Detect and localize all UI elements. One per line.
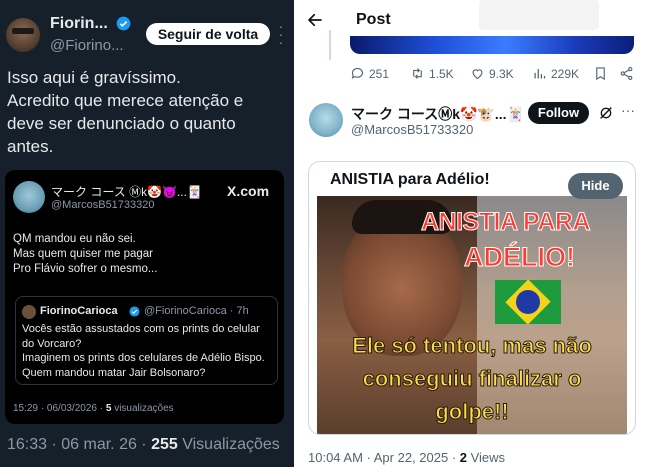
views-label: Visualizações [177,436,280,453]
reply-icon [351,67,364,79]
tweet-line: antes. [7,137,54,156]
image-headline-1: ANISTIA PARA [421,208,592,237]
verified-icon [129,306,140,317]
more-icon[interactable]: ··· [278,19,284,49]
avatar[interactable] [309,103,343,137]
left-post-header: Fiorin... @Fiorino... Seguir de volta · ·… [6,12,290,56]
tweet-text: Isso aqui é gravíssimo. Acredito que mer… [7,66,287,158]
tweet-line: deve ser denunciado o quanto [7,114,236,133]
image-caption: Ele só tentou, mas não conseguiu finaliz… [317,329,627,428]
quote-text: Vocês estão assustados com os prints do … [22,322,265,380]
quote-line: Quem mandou matar Jair Bolsonaro? [22,366,206,379]
more-icon[interactable]: ··· [621,103,635,117]
page-title: Post [356,11,391,28]
post-timestamp[interactable]: 10:04 AM · Apr 22, 2025 · [308,450,460,465]
back-arrow-icon[interactable] [306,11,324,29]
caption-line: conseguiu finalizar o [362,366,582,392]
views-count: 2 [459,450,467,465]
image-headline-2: ADÉLIO! [464,242,576,273]
repost-count: 1.5K [429,66,454,81]
grok-icon[interactable] [598,105,614,121]
repost-icon [413,68,422,79]
quote-author-handle: @FiorinoCarioca · 7h [144,305,249,317]
embed-views-label: visualizações [111,403,174,414]
caption-line: Ele só tentou, mas não [352,333,593,359]
author-name[interactable]: Fiorin... [50,15,108,33]
views-button[interactable]: 229K [532,66,579,81]
tweet-line: Isso aqui é gravíssimo. [7,68,181,87]
verified-icon [116,16,131,31]
brazil-flag [495,279,561,325]
bookmark-button[interactable] [593,66,608,81]
quote-line: do Vorcaro? [22,337,82,350]
left-post-panel: Fiorin... @Fiorino... Seguir de volta · ·… [0,0,294,467]
quoted-post: FiorinoCarioca @FiorinoCarioca · 7h Você… [15,296,278,385]
post-timestamp[interactable]: 16:33 · 06 mar. 26 · [7,436,151,453]
reply-count: 251 [369,66,390,81]
quote-author-name: FiorinoCarioca [40,305,118,317]
bookmark-icon [596,67,605,81]
follow-button[interactable]: Follow [528,102,589,124]
embed-meta: 15:29 · 06/03/2026 · 5 visualizações [13,403,174,414]
embed-line: QM mandou eu não sei. [13,233,136,245]
avatar [22,305,36,319]
embed-timestamp: 15:29 · 06/03/2026 · [13,403,106,414]
reply-button[interactable]: 251 [350,66,389,81]
embed-line: Pro Flávio sofrer o mesmo... [13,263,158,275]
quote-line: Vocês estão assustados com os prints do … [22,323,260,335]
author-handle[interactable]: @Fiorino... [50,37,124,54]
previous-post-media[interactable] [350,36,634,54]
tweet-line: Acredito que merece atenção e [7,91,244,110]
blurred-area [479,0,599,30]
share-icon [620,67,633,80]
media-card[interactable]: ANISTIA para Adélio! ANISTIA PARA ADÉLIO… [308,161,636,435]
x-logo: X.com [227,183,270,199]
post-image[interactable]: ANISTIA PARA ADÉLIO! Ele só tentou, mas … [317,196,627,434]
card-title: ANISTIA para Adélio! [330,171,490,188]
thread-line [329,30,331,60]
views-label: Views [467,450,506,465]
like-button[interactable]: 9.3K [470,66,514,81]
views-count: 255 [151,436,178,453]
quote-line: Imaginem os prints dos celulares de Adél… [22,352,265,364]
avatar[interactable] [6,18,40,52]
share-button[interactable] [619,66,634,81]
like-icon [472,69,483,80]
like-count: 9.3K [489,66,514,81]
right-post-panel: Post 251 1.5K 9.3K 229K マーク コースⓂk🤡🐮...🃏 … [294,0,645,467]
embedded-post-image[interactable]: マーク コース Ⓜk🤡😈...🃏 @MarcosB51733320 X.com … [5,170,284,424]
embed-author-handle: @MarcosB51733320 [51,199,155,211]
avatar [13,181,45,213]
post-meta: 10:04 AM · Apr 22, 2025 · 2 Views [308,450,505,465]
repost-button[interactable]: 1.5K [410,66,454,81]
author-handle[interactable]: @MarcosB51733320 [351,122,473,137]
views-count: 229K [551,66,580,81]
author-name[interactable]: マーク コースⓂk🤡🐮...🃏 [351,104,524,124]
hide-button[interactable]: Hide [568,173,623,199]
embed-text: QM mandou eu não sei. Mas quem quiser me… [13,232,157,277]
previous-post-actions: 251 1.5K 9.3K 229K [350,66,640,84]
embed-author-name: マーク コース Ⓜk🤡😈...🃏 [51,185,202,199]
follow-back-button[interactable]: Seguir de volta [146,23,270,45]
post-meta: 16:33 · 06 mar. 26 · 255 Visualizações [7,436,280,454]
embed-line: Mas quem quiser me pagar [13,248,153,260]
caption-line: golpe!! [435,399,509,425]
views-icon [534,69,546,79]
